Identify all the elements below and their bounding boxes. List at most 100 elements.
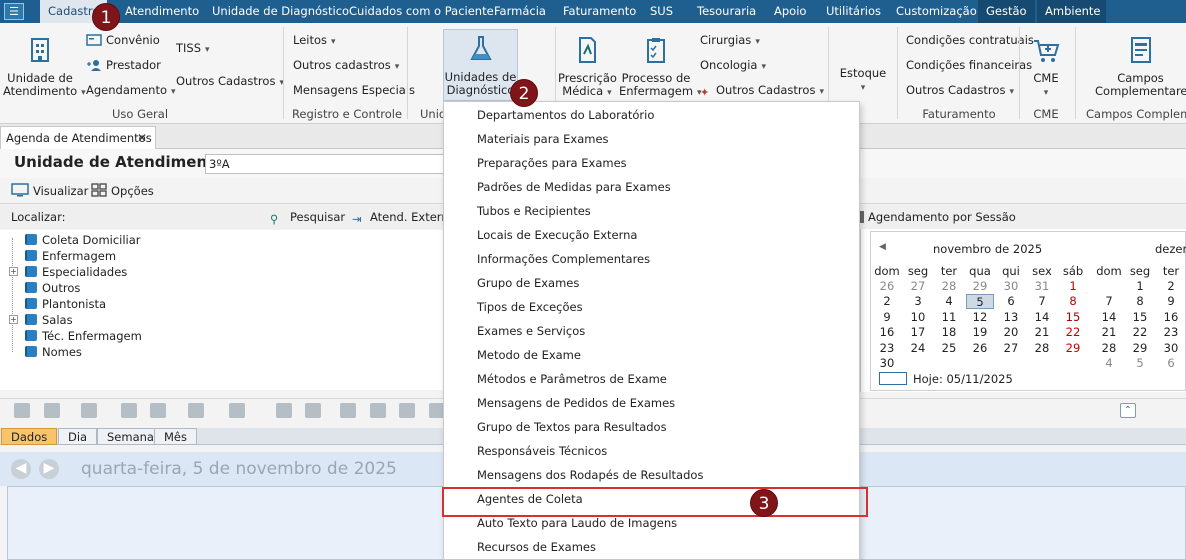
first-icon[interactable] xyxy=(14,403,30,418)
condicoes-contratuais-button[interactable]: Condições contratuais xyxy=(906,31,1034,49)
menu-atendimento[interactable]: Atendimento xyxy=(117,0,207,23)
calendar-day[interactable]: 27 xyxy=(904,279,932,294)
calendar-day[interactable]: 13 xyxy=(997,310,1025,325)
calendar-day[interactable]: 28 xyxy=(1095,341,1123,356)
mensagens-especiais-button[interactable]: Mensagens Especiais xyxy=(293,81,415,99)
tab-mes[interactable]: Mês xyxy=(154,428,197,445)
calendar-day[interactable]: 6 xyxy=(997,294,1025,309)
visualizar-button[interactable]: Visualizar xyxy=(11,182,88,200)
calendar-day[interactable]: 28 xyxy=(1028,341,1056,356)
tree-item-salas[interactable]: + Salas xyxy=(9,312,73,328)
tab-dia[interactable]: Dia xyxy=(58,428,98,445)
calendar-day[interactable]: 8 xyxy=(1126,294,1154,309)
calendar-day[interactable]: 3 xyxy=(904,294,932,309)
tree-item-nomes[interactable]: Nomes xyxy=(25,344,82,360)
cut-icon[interactable] xyxy=(188,403,204,418)
calendar-day[interactable]: 6 xyxy=(1157,356,1185,371)
calendar-day[interactable]: 29 xyxy=(1126,341,1154,356)
tree-item-outros[interactable]: Outros xyxy=(25,280,80,296)
calendar-day[interactable]: 20 xyxy=(997,325,1025,340)
dropdown-item[interactable]: Tubos e Recipientes xyxy=(444,199,859,223)
calendar-day[interactable]: 29 xyxy=(1059,341,1087,356)
calendar-day[interactable]: 26 xyxy=(966,341,994,356)
calendar-day[interactable]: 23 xyxy=(1157,325,1185,340)
calendar-day[interactable]: 31 xyxy=(1028,279,1056,294)
expand-icon[interactable]: + xyxy=(9,315,18,324)
dropdown-item[interactable]: Materiais para Exames xyxy=(444,127,859,151)
menu-sus[interactable]: SUS xyxy=(642,0,681,23)
leitos-button[interactable]: Leitos ▾ xyxy=(293,31,336,49)
calendar-day[interactable]: 24 xyxy=(904,341,932,356)
dropdown-item[interactable]: Métodos e Parâmetros de Exame xyxy=(444,367,859,391)
condicoes-financeiras-button[interactable]: Condições financeiras xyxy=(906,56,1032,74)
dropdown-item[interactable]: Mensagens dos Rodapés de Resultados xyxy=(444,463,859,487)
menu-ambiente[interactable]: Ambiente xyxy=(1037,0,1106,23)
atend-externo-button[interactable]: ⇥ Atend. Extern xyxy=(352,208,449,226)
calendar-day[interactable]: 8 xyxy=(1059,294,1087,309)
tree-item-tec-enfermagem[interactable]: Téc. Enfermagem xyxy=(25,328,142,344)
arrow-left-icon[interactable]: ◀ xyxy=(11,459,31,479)
calendar-day[interactable]: 25 xyxy=(935,341,963,356)
delete-icon[interactable] xyxy=(81,403,97,418)
calendar-day[interactable]: 19 xyxy=(966,325,994,340)
close-icon[interactable]: ✕ xyxy=(137,127,147,149)
unidade-atendimento-button[interactable]: Unidade de Atendimento ▾ xyxy=(3,35,86,101)
opcoes-button[interactable]: Opções xyxy=(91,182,154,200)
filter-icon[interactable] xyxy=(305,403,321,418)
calendar-day[interactable]: 7 xyxy=(1095,294,1123,309)
print-icon[interactable] xyxy=(399,403,415,418)
menu-unidade-diagnostico[interactable]: Unidade de Diagnóstico xyxy=(204,0,357,23)
calendar-day[interactable]: 22 xyxy=(1059,325,1087,340)
outros-cadastros-fat-button[interactable]: Outros Cadastros ▾ xyxy=(906,81,1014,99)
calendar-day[interactable]: 17 xyxy=(904,325,932,340)
menu-customizacao[interactable]: Customização xyxy=(888,0,985,23)
outros-cadastros-uso-button[interactable]: Outros Cadastros ▾ xyxy=(176,72,284,90)
paste-icon[interactable] xyxy=(229,403,245,418)
dropdown-item[interactable]: Mensagens de Pedidos de Exames xyxy=(444,391,859,415)
outros-cadastros-clinico-button[interactable]: ✦ Outros Cadastros ▾ xyxy=(700,81,824,99)
dropdown-item[interactable]: Exames e Serviços xyxy=(444,319,859,343)
calendar-day[interactable]: 14 xyxy=(1028,310,1056,325)
calendar-day[interactable]: 30 xyxy=(997,279,1025,294)
edit-icon[interactable] xyxy=(121,403,137,418)
calendar-day[interactable]: 16 xyxy=(873,325,901,340)
dropdown-item[interactable]: Grupo de Textos para Resultados xyxy=(444,415,859,439)
convenio-button[interactable]: Convênio xyxy=(86,31,160,49)
calendar-day[interactable]: 9 xyxy=(873,310,901,325)
calendar-day[interactable]: 16 xyxy=(1157,310,1185,325)
calendar-day[interactable]: 10 xyxy=(904,310,932,325)
tree-item-enfermagem[interactable]: Enfermagem xyxy=(25,248,116,264)
arrow-right-icon[interactable]: ▶ xyxy=(39,459,59,479)
grid-icon[interactable] xyxy=(370,403,386,418)
calendar-day[interactable]: 14 xyxy=(1095,310,1123,325)
tab-dados[interactable]: Dados xyxy=(1,428,58,445)
estoque-button[interactable]: Estoque ▾ xyxy=(836,67,890,101)
prescricao-medica-button[interactable]: Prescrição Médica ▾ xyxy=(558,35,617,101)
calendar-day[interactable]: 21 xyxy=(1095,325,1123,340)
collapse-icon[interactable]: ⌃ xyxy=(1120,403,1136,418)
calendar-day[interactable]: 11 xyxy=(935,310,963,325)
calendar-day[interactable]: 5 xyxy=(1126,356,1154,371)
calendar-day[interactable]: 26 xyxy=(873,279,901,294)
dropdown-item[interactable]: Informações Complementares xyxy=(444,247,859,271)
oncologia-button[interactable]: Oncologia ▾ xyxy=(700,56,766,74)
prestador-button[interactable]: Prestador xyxy=(86,56,161,74)
tab-agenda-atendimentos[interactable]: Agenda de Atendimentos ✕ xyxy=(0,126,156,149)
tree-item-plantonista[interactable]: Plantonista xyxy=(25,296,106,312)
dropdown-item[interactable]: Responsáveis Técnicos xyxy=(444,439,859,463)
cme-button[interactable]: CME ▾ xyxy=(1023,35,1069,101)
unit-field[interactable]: 3ºA xyxy=(205,154,455,174)
calendar-day[interactable]: 29 xyxy=(966,279,994,294)
calendar-day[interactable]: 30 xyxy=(873,356,901,371)
calendar-day[interactable]: 4 xyxy=(935,294,963,309)
dropdown-item[interactable]: Padrões de Medidas para Exames xyxy=(444,175,859,199)
menu-cuidados-paciente[interactable]: Cuidados com o Paciente xyxy=(341,0,502,23)
campos-complementares-button[interactable]: Campos Complementares xyxy=(1095,35,1186,101)
dropdown-item[interactable]: Recursos de Exames xyxy=(444,535,859,559)
menu-utilitarios[interactable]: Utilitários xyxy=(818,0,889,23)
calendar-day[interactable]: 1 xyxy=(1126,279,1154,294)
processo-enfermagem-button[interactable]: Processo de Enfermagem ▾ xyxy=(619,35,702,101)
tree-item-especialidades[interactable]: + Especialidades xyxy=(9,264,127,280)
dropdown-item[interactable]: Metodo de Exame xyxy=(444,343,859,367)
today-button[interactable]: Hoje: 05/11/2025 xyxy=(879,372,1013,386)
